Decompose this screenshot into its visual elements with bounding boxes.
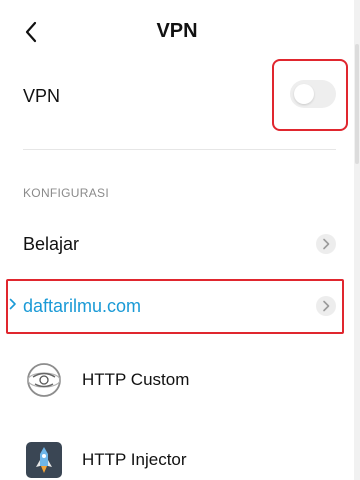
chevron-right-icon	[316, 234, 336, 254]
vpn-settings-screen: VPN VPN KONFIGURASI Belajar daftarilmu.c…	[0, 0, 360, 480]
vpn-toggle-label: VPN	[23, 86, 61, 106]
section-title-konfigurasi: KONFIGURASI	[23, 186, 109, 200]
chevron-right-icon	[316, 296, 336, 316]
vpn-toggle-switch[interactable]	[290, 80, 336, 108]
http-injector-icon	[26, 442, 62, 478]
divider	[23, 149, 336, 150]
app-item-http-injector[interactable]: HTTP Injector	[0, 430, 354, 480]
http-custom-icon	[27, 363, 61, 397]
toggle-knob	[294, 84, 314, 104]
config-item-label: daftarilmu.com	[23, 296, 142, 316]
page-title: VPN	[156, 20, 198, 42]
scrollbar-thumb[interactable]	[355, 44, 359, 164]
app-item-label: HTTP Custom	[82, 370, 190, 389]
scrollbar[interactable]	[354, 0, 360, 480]
header: VPN	[0, 0, 354, 64]
app-item-label: HTTP Injector	[82, 450, 187, 469]
config-item-belajar[interactable]: Belajar	[0, 214, 354, 274]
config-item-daftarilmu[interactable]: daftarilmu.com	[0, 276, 354, 336]
config-item-label: Belajar	[23, 234, 80, 254]
app-item-http-custom[interactable]: HTTP Custom	[0, 350, 354, 410]
